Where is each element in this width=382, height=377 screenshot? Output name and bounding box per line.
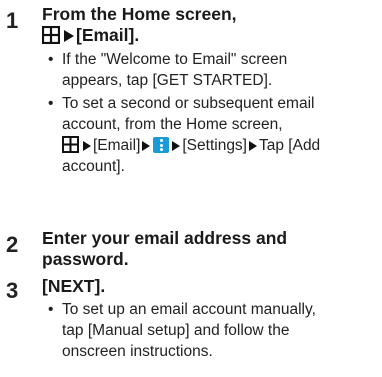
bullet-text-line: account]. <box>62 158 125 175</box>
step-number: 2 <box>6 232 19 257</box>
bullet-text-line: To set up an email account manually, <box>62 301 316 318</box>
step-title-line: password. <box>42 249 129 269</box>
bullet-text-line: appears, tap [GET STARTED]. <box>62 72 273 89</box>
step-number: 1 <box>6 8 19 33</box>
step-number: 3 <box>6 278 19 303</box>
bullet-dot: • <box>48 95 54 112</box>
step-title-line: [NEXT]. <box>42 276 106 296</box>
right-triangle-icon <box>249 141 257 151</box>
right-triangle-icon <box>83 141 91 151</box>
step-bullet: • To set a second or subsequent email ac… <box>48 93 378 177</box>
bullet-text-line: tap [Manual setup] and follow the <box>62 322 290 339</box>
right-triangle-icon <box>172 141 181 151</box>
bullet-dot: • <box>48 301 54 318</box>
apps-grid-icon <box>62 136 79 153</box>
bullet-text-line: If the "Welcome to Email" screen <box>62 51 288 68</box>
step-bullet: • If the "Welcome to Email" screen appea… <box>48 49 378 91</box>
step-title-line: Enter your email address and <box>42 228 288 248</box>
bullet-text-line: [Email] [Settings] Tap [Add <box>48 135 378 156</box>
bullet-text-line: account, from the Home screen, <box>62 116 283 133</box>
step-title-line: From the Home screen, <box>42 4 237 24</box>
apps-grid-icon <box>42 26 60 44</box>
bullet-text-line: onscreen instructions. <box>62 343 213 360</box>
bullet-text-line: To set a second or subsequent email <box>62 95 315 112</box>
right-triangle-icon <box>64 30 74 42</box>
bullet-segment: [Email] <box>93 137 141 154</box>
step-title-email: [Email]. <box>76 25 140 45</box>
step-bullet: • To set up an email account manually, t… <box>48 299 378 362</box>
menu-dots-icon <box>153 137 170 153</box>
right-triangle-icon <box>142 141 151 151</box>
bullet-segment: Tap [Add <box>259 137 321 154</box>
step-title-line: [Email]. <box>42 25 139 46</box>
bullet-dot: • <box>48 51 54 68</box>
bullet-segment: [Settings] <box>182 137 247 154</box>
